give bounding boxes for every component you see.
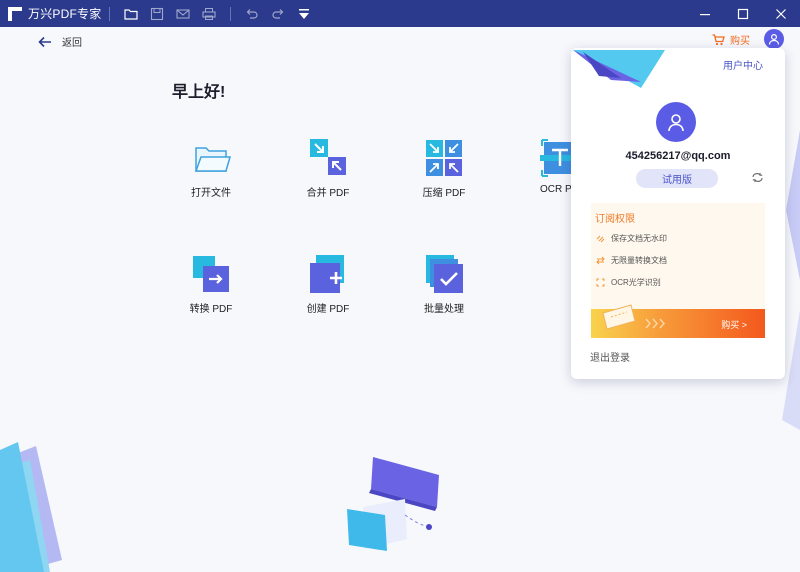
tool-label: 合并 PDF	[306, 188, 350, 199]
create-pdf-icon	[310, 255, 344, 293]
coupon-icon	[602, 304, 636, 330]
save-icon[interactable]	[144, 0, 170, 27]
permission-label: 无限量转换文档	[611, 256, 667, 265]
back-label: 返回	[62, 38, 82, 49]
app-logo-icon	[8, 6, 22, 21]
compress-pdf-icon	[426, 140, 462, 176]
merge-pdf-icon	[310, 139, 346, 175]
window-controls	[686, 0, 800, 27]
tool-label: 压缩 PDF	[422, 188, 466, 199]
title-bar: 万兴PDF专家	[0, 0, 800, 27]
tool-create-pdf[interactable]: 创建 PDF	[283, 254, 373, 315]
permission-label: OCR光学识别	[611, 278, 661, 287]
permission-item: 无限量转换文档	[595, 255, 667, 266]
tool-batch-process[interactable]: 批量处理	[399, 254, 489, 315]
user-center-link[interactable]: 用户中心	[723, 57, 763, 72]
open-file-icon	[194, 147, 231, 172]
tool-label: 打开文件	[191, 188, 231, 199]
tool-label: 批量处理	[424, 304, 464, 315]
undo-icon[interactable]	[239, 0, 265, 27]
minimize-icon[interactable]	[686, 0, 724, 27]
quick-access-icon[interactable]	[291, 0, 317, 27]
tool-merge-pdf[interactable]: 合并 PDF	[283, 138, 373, 199]
decor-popup-papers	[573, 50, 665, 88]
avatar	[656, 102, 696, 142]
scan-icon	[595, 278, 605, 288]
print-icon[interactable]	[196, 0, 222, 27]
refresh-icon[interactable]	[751, 172, 764, 183]
permission-label: 保存文档无水印	[611, 234, 667, 243]
convert-arrows-icon	[595, 256, 605, 266]
buy-button[interactable]: 购买 >	[591, 304, 765, 338]
subscription-title: 订阅权限	[595, 214, 635, 225]
close-icon[interactable]	[762, 0, 800, 27]
user-icon	[668, 114, 684, 132]
account-email: 454256217@qq.com	[625, 150, 731, 162]
arrow-left-icon	[38, 36, 51, 47]
watermark-icon	[595, 234, 605, 244]
cart-icon	[712, 33, 725, 45]
account-popup: 用户中心 454256217@qq.com 试用版 订阅权限 保存文档无水印 无…	[571, 48, 785, 379]
logout-link[interactable]: 退出登录	[590, 349, 630, 364]
tool-label: 创建 PDF	[306, 304, 350, 315]
convert-pdf-icon	[193, 256, 229, 292]
tool-label: 转换 PDF	[189, 304, 233, 315]
toolbar-divider	[109, 6, 111, 21]
plan-badge: 试用版	[636, 169, 718, 188]
toolbar-divider	[230, 6, 232, 21]
avatar-button[interactable]	[764, 29, 784, 49]
chevrons-icon	[645, 318, 665, 329]
app-title: 万兴PDF专家	[28, 7, 102, 21]
mail-icon[interactable]	[170, 0, 196, 27]
decor-papers-left	[0, 442, 62, 572]
back-button[interactable]: 返回	[38, 34, 82, 49]
maximize-icon[interactable]	[724, 0, 762, 27]
tool-compress-pdf[interactable]: 压缩 PDF	[399, 138, 489, 199]
user-icon	[768, 33, 780, 45]
permission-item: 保存文档无水印	[595, 233, 667, 244]
tool-open-file[interactable]: 打开文件	[166, 138, 256, 199]
tool-convert-pdf[interactable]: 转换 PDF	[166, 254, 256, 315]
decor-box-illustration	[347, 457, 439, 551]
buy-label: 购买	[730, 36, 750, 47]
open-folder-icon[interactable]	[118, 0, 144, 27]
permission-item: OCR光学识别	[595, 277, 661, 288]
batch-process-icon	[426, 255, 463, 293]
buy-link[interactable]: 购买	[712, 32, 750, 47]
buy-button-label: 购买 >	[721, 320, 747, 330]
subscription-panel: 订阅权限 保存文档无水印 无限量转换文档 OCR光学识别 购买 >	[591, 203, 765, 338]
greeting-title: 早上好!	[172, 84, 226, 101]
redo-icon[interactable]	[265, 0, 291, 27]
